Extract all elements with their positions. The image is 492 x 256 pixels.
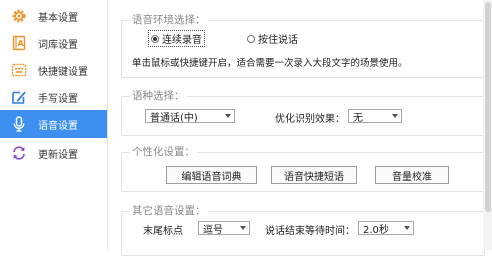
press-to-talk-radio[interactable]: 按住说话: [247, 31, 298, 46]
other-voice-settings-group: 其它语音设置： 末尾标点 逗号 说话结束等待时间： 2.0秒: [121, 205, 485, 256]
gear-icon: [0, 8, 38, 24]
sidebar-item-label: 手写设置: [38, 93, 78, 105]
sidebar-item-dictionary[interactable]: A 词库设置: [0, 30, 107, 56]
select-value: 普通话(中): [150, 112, 198, 124]
sidebar-item-handwriting[interactable]: 手写设置: [0, 84, 107, 110]
keyboard-icon: [0, 62, 38, 78]
end-punctuation-select[interactable]: 逗号: [198, 221, 250, 236]
sidebar-item-label: 快捷键设置: [38, 66, 88, 78]
microphone-icon: [0, 116, 38, 132]
select-value: 逗号: [203, 224, 223, 236]
sidebar-item-label: 词库设置: [38, 39, 78, 51]
language-select[interactable]: 普通话(中): [145, 109, 235, 124]
sidebar-item-label: 基本设置: [38, 12, 78, 24]
radio-checked-icon: [151, 34, 159, 43]
sidebar-item-basic[interactable]: 基本设置: [0, 3, 107, 29]
wait-time-label: 说话结束等待时间：: [265, 226, 355, 237]
chevron-down-icon: [392, 114, 398, 118]
wait-time-select[interactable]: 2.0秒: [358, 221, 414, 236]
scrollbar[interactable]: [483, 0, 492, 250]
scrollbar-thumb[interactable]: [485, 2, 491, 212]
chevron-down-icon: [225, 114, 231, 118]
dictionary-icon: A: [0, 35, 38, 51]
group-title: 其它语音设置：: [130, 205, 208, 218]
refresh-icon: [0, 145, 38, 161]
handwriting-icon: [0, 89, 38, 105]
sidebar-item-label: 语音设置: [38, 120, 78, 132]
chevron-down-icon: [240, 226, 246, 230]
language-group: 语种选择： 普通话(中) 优化识别效果： 无: [121, 90, 485, 136]
group-title: 语音环境选择：: [130, 14, 208, 27]
continuous-recording-radio[interactable]: 连续录音: [148, 30, 205, 47]
edit-voice-dictionary-button[interactable]: 编辑语音词典: [166, 166, 257, 184]
end-punctuation-label: 末尾标点: [143, 226, 183, 237]
voice-settings-panel: 语音环境选择： 连续录音 按住说话 单击鼠标或快捷键开启，适合需要一次录入大段文…: [108, 0, 492, 256]
chevron-down-icon: [404, 226, 410, 230]
personalization-group: 个性化设置： 编辑语音词典 语音快捷短语 音量校准: [121, 146, 485, 192]
sidebar: 基本设置 A 词库设置 快捷键设置 手写设置 语音设置 更新设置: [0, 0, 108, 250]
radio-unchecked-icon: [247, 34, 255, 43]
voice-environment-group: 语音环境选择： 连续录音 按住说话 单击鼠标或快捷键开启，适合需要一次录入大段文…: [121, 14, 485, 78]
radio-label: 连续录音: [162, 35, 202, 46]
select-value: 无: [353, 112, 363, 124]
radio-label: 按住说话: [258, 35, 298, 46]
voice-shortcut-phrase-button[interactable]: 语音快捷短语: [271, 166, 357, 184]
group-title: 语种选择：: [130, 90, 187, 103]
group-title: 个性化设置：: [130, 146, 197, 159]
sidebar-item-voice[interactable]: 语音设置: [0, 110, 107, 138]
svg-text:A: A: [18, 39, 25, 48]
volume-calibration-button[interactable]: 音量校准: [375, 166, 449, 184]
optimize-select[interactable]: 无: [348, 109, 402, 124]
select-value: 2.0秒: [363, 224, 389, 236]
sidebar-item-update[interactable]: 更新设置: [0, 140, 107, 166]
optimize-label: 优化识别效果：: [275, 114, 345, 125]
environment-description: 单击鼠标或快捷键开启，适合需要一次录入大段文字的场景使用。: [132, 58, 408, 69]
sidebar-item-label: 更新设置: [38, 149, 78, 161]
sidebar-item-shortcut[interactable]: 快捷键设置: [0, 57, 107, 83]
